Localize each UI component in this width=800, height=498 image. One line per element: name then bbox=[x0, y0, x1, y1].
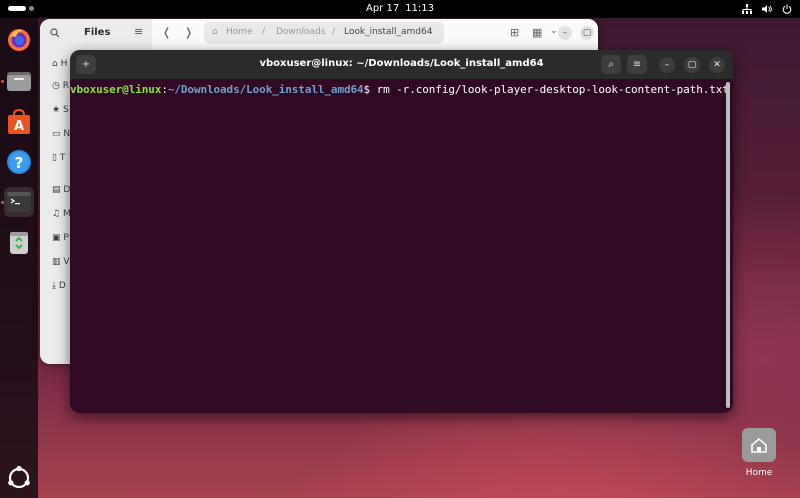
menu-icon[interactable]: ≡ bbox=[134, 25, 143, 38]
dock-trash[interactable] bbox=[4, 228, 34, 258]
sidebar-item-network[interactable]: ▭ N bbox=[52, 129, 70, 139]
sidebar-item-label: P bbox=[63, 233, 69, 243]
clock-date: Apr 17 bbox=[365, 3, 400, 14]
forward-icon[interactable]: ❭ bbox=[184, 26, 193, 39]
sidebar-item-label: H bbox=[60, 59, 68, 69]
sidebar-item-downloads[interactable]: ⤓ D bbox=[52, 281, 66, 291]
network-icon bbox=[742, 4, 752, 14]
maximize-button[interactable]: ▢ bbox=[580, 26, 594, 40]
sidebar-item-trash[interactable]: ▯ T bbox=[52, 153, 65, 163]
sidebar-item-documents[interactable]: ▤ D bbox=[52, 185, 70, 195]
running-indicator bbox=[1, 80, 4, 83]
new-folder-icon[interactable]: ⊞ bbox=[510, 26, 519, 39]
minimize-button[interactable]: – bbox=[558, 26, 572, 40]
files-title: Files bbox=[84, 27, 111, 38]
sidebar-item-label: V bbox=[63, 257, 70, 267]
sidebar-item-label: D bbox=[58, 281, 66, 291]
terminal-icon bbox=[7, 192, 31, 212]
search-button[interactable]: ⌕ bbox=[601, 55, 621, 74]
firefox-icon bbox=[8, 29, 30, 51]
sidebar-item-label: R bbox=[62, 81, 69, 91]
svg-text:?: ? bbox=[15, 154, 24, 172]
sidebar-item-starred[interactable]: ★ S bbox=[52, 105, 69, 115]
volume-icon bbox=[762, 5, 772, 13]
show-apps-icon bbox=[8, 465, 30, 489]
maximize-button[interactable]: ▢ bbox=[684, 57, 700, 73]
command-line: vboxuser@linux:~/Downloads/Look_install_… bbox=[70, 81, 733, 96]
sidebar-item-recent[interactable]: ◷ R bbox=[52, 81, 69, 91]
sidebar-item-videos[interactable]: ▥ V bbox=[52, 257, 70, 267]
sidebar-item-label: T bbox=[59, 153, 66, 163]
files-header: ❬ ❭ ⌂ Home / Downloads / Look_install_am… bbox=[152, 19, 598, 47]
help-icon: ? bbox=[7, 150, 31, 174]
dock-firefox[interactable] bbox=[4, 25, 34, 55]
minimize-button[interactable]: – bbox=[659, 57, 675, 73]
close-button[interactable]: ✕ bbox=[709, 57, 725, 73]
sidebar-item-label: S bbox=[62, 105, 69, 115]
svg-text:A: A bbox=[14, 119, 24, 134]
dock-terminal[interactable] bbox=[1, 187, 34, 217]
dock-help[interactable]: ? bbox=[4, 147, 34, 177]
clock[interactable]: Apr 17 11:13 bbox=[0, 3, 800, 14]
dock: A ? bbox=[0, 18, 38, 498]
breadcrumb-home[interactable]: Home bbox=[226, 27, 253, 37]
sidebar-item-music[interactable]: ♫ M bbox=[52, 209, 71, 219]
power-icon bbox=[782, 4, 792, 14]
desktop-home-label: Home bbox=[745, 468, 773, 478]
breadcrumb: ⌂ Home / Downloads / Look_install_amd64 bbox=[204, 22, 444, 44]
clock-time: 11:13 bbox=[405, 3, 435, 14]
menu-button[interactable]: ≡ bbox=[627, 55, 647, 74]
breadcrumb-separator: / bbox=[332, 27, 336, 37]
scrollbar[interactable] bbox=[726, 82, 730, 408]
dock-app-center[interactable]: A bbox=[4, 107, 34, 137]
search-icon[interactable] bbox=[50, 28, 60, 38]
command-text: rm -r.config/look-player-desktop-look-co… bbox=[376, 83, 729, 96]
breadcrumb-downloads[interactable]: Downloads bbox=[276, 27, 325, 37]
chevron-down-icon[interactable]: ⌄ bbox=[550, 26, 558, 36]
terminal-window[interactable]: + vboxuser@linux: ~/Downloads/Look_insta… bbox=[70, 50, 733, 413]
trash-icon bbox=[10, 232, 28, 254]
dock-files[interactable] bbox=[1, 66, 34, 96]
prompt-user: vboxuser@linux bbox=[70, 83, 162, 96]
show-apps-button[interactable] bbox=[4, 463, 34, 493]
sidebar-item-home[interactable]: ⌂ H bbox=[52, 59, 67, 69]
home-icon: ⌂ bbox=[212, 27, 218, 37]
files-icon bbox=[7, 72, 31, 91]
prompt-path: ~/Downloads/Look_install_amd64 bbox=[167, 83, 364, 96]
breadcrumb-separator: / bbox=[262, 27, 266, 37]
software-icon: A bbox=[8, 108, 30, 134]
terminal-output[interactable]: vboxuser@linux:~/Downloads/Look_install_… bbox=[70, 79, 733, 413]
desktop-home-shortcut[interactable]: Home bbox=[736, 428, 782, 478]
running-indicator bbox=[1, 201, 4, 204]
terminal-header: + vboxuser@linux: ~/Downloads/Look_insta… bbox=[70, 50, 733, 79]
top-bar: Apr 17 11:13 bbox=[0, 0, 800, 18]
prompt-symbol: $ bbox=[363, 83, 377, 96]
back-icon[interactable]: ❬ bbox=[162, 26, 171, 39]
view-grid-icon[interactable]: ▦ bbox=[532, 26, 542, 39]
system-tray[interactable] bbox=[742, 2, 792, 16]
sidebar-item-pictures[interactable]: ▣ P bbox=[52, 233, 69, 243]
home-folder-icon bbox=[742, 428, 776, 462]
breadcrumb-current[interactable]: Look_install_amd64 bbox=[344, 27, 432, 37]
